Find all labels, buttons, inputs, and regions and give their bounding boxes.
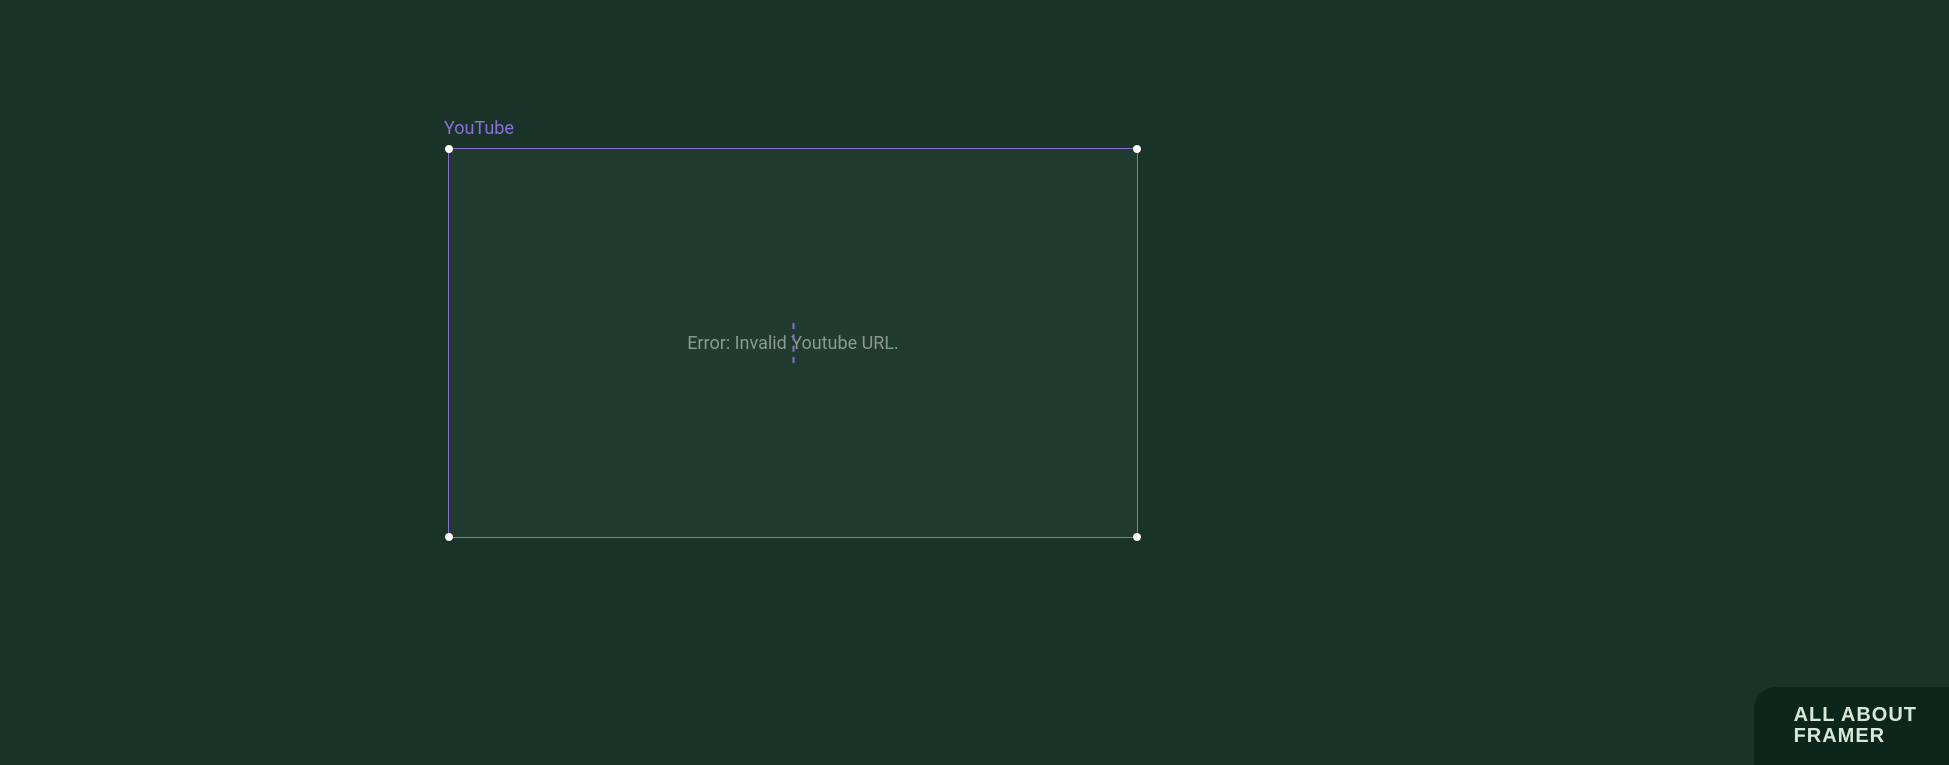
text-cursor-indicator — [793, 323, 794, 363]
resize-handle-top-left[interactable] — [445, 145, 453, 153]
watermark-line-1: ALL ABOUT — [1794, 705, 1917, 726]
youtube-component-frame[interactable]: Error: Invalid Youtube URL. — [448, 148, 1138, 538]
watermark-line-2: FRAMER — [1794, 726, 1917, 747]
brand-watermark: ALL ABOUT FRAMER — [1754, 687, 1949, 765]
selected-element-container[interactable]: YouTube Error: Invalid Youtube URL. — [448, 148, 1138, 538]
resize-handle-bottom-left[interactable] — [445, 533, 453, 541]
resize-handle-top-right[interactable] — [1133, 145, 1141, 153]
resize-handle-bottom-right[interactable] — [1133, 533, 1141, 541]
element-type-label: YouTube — [444, 118, 514, 139]
